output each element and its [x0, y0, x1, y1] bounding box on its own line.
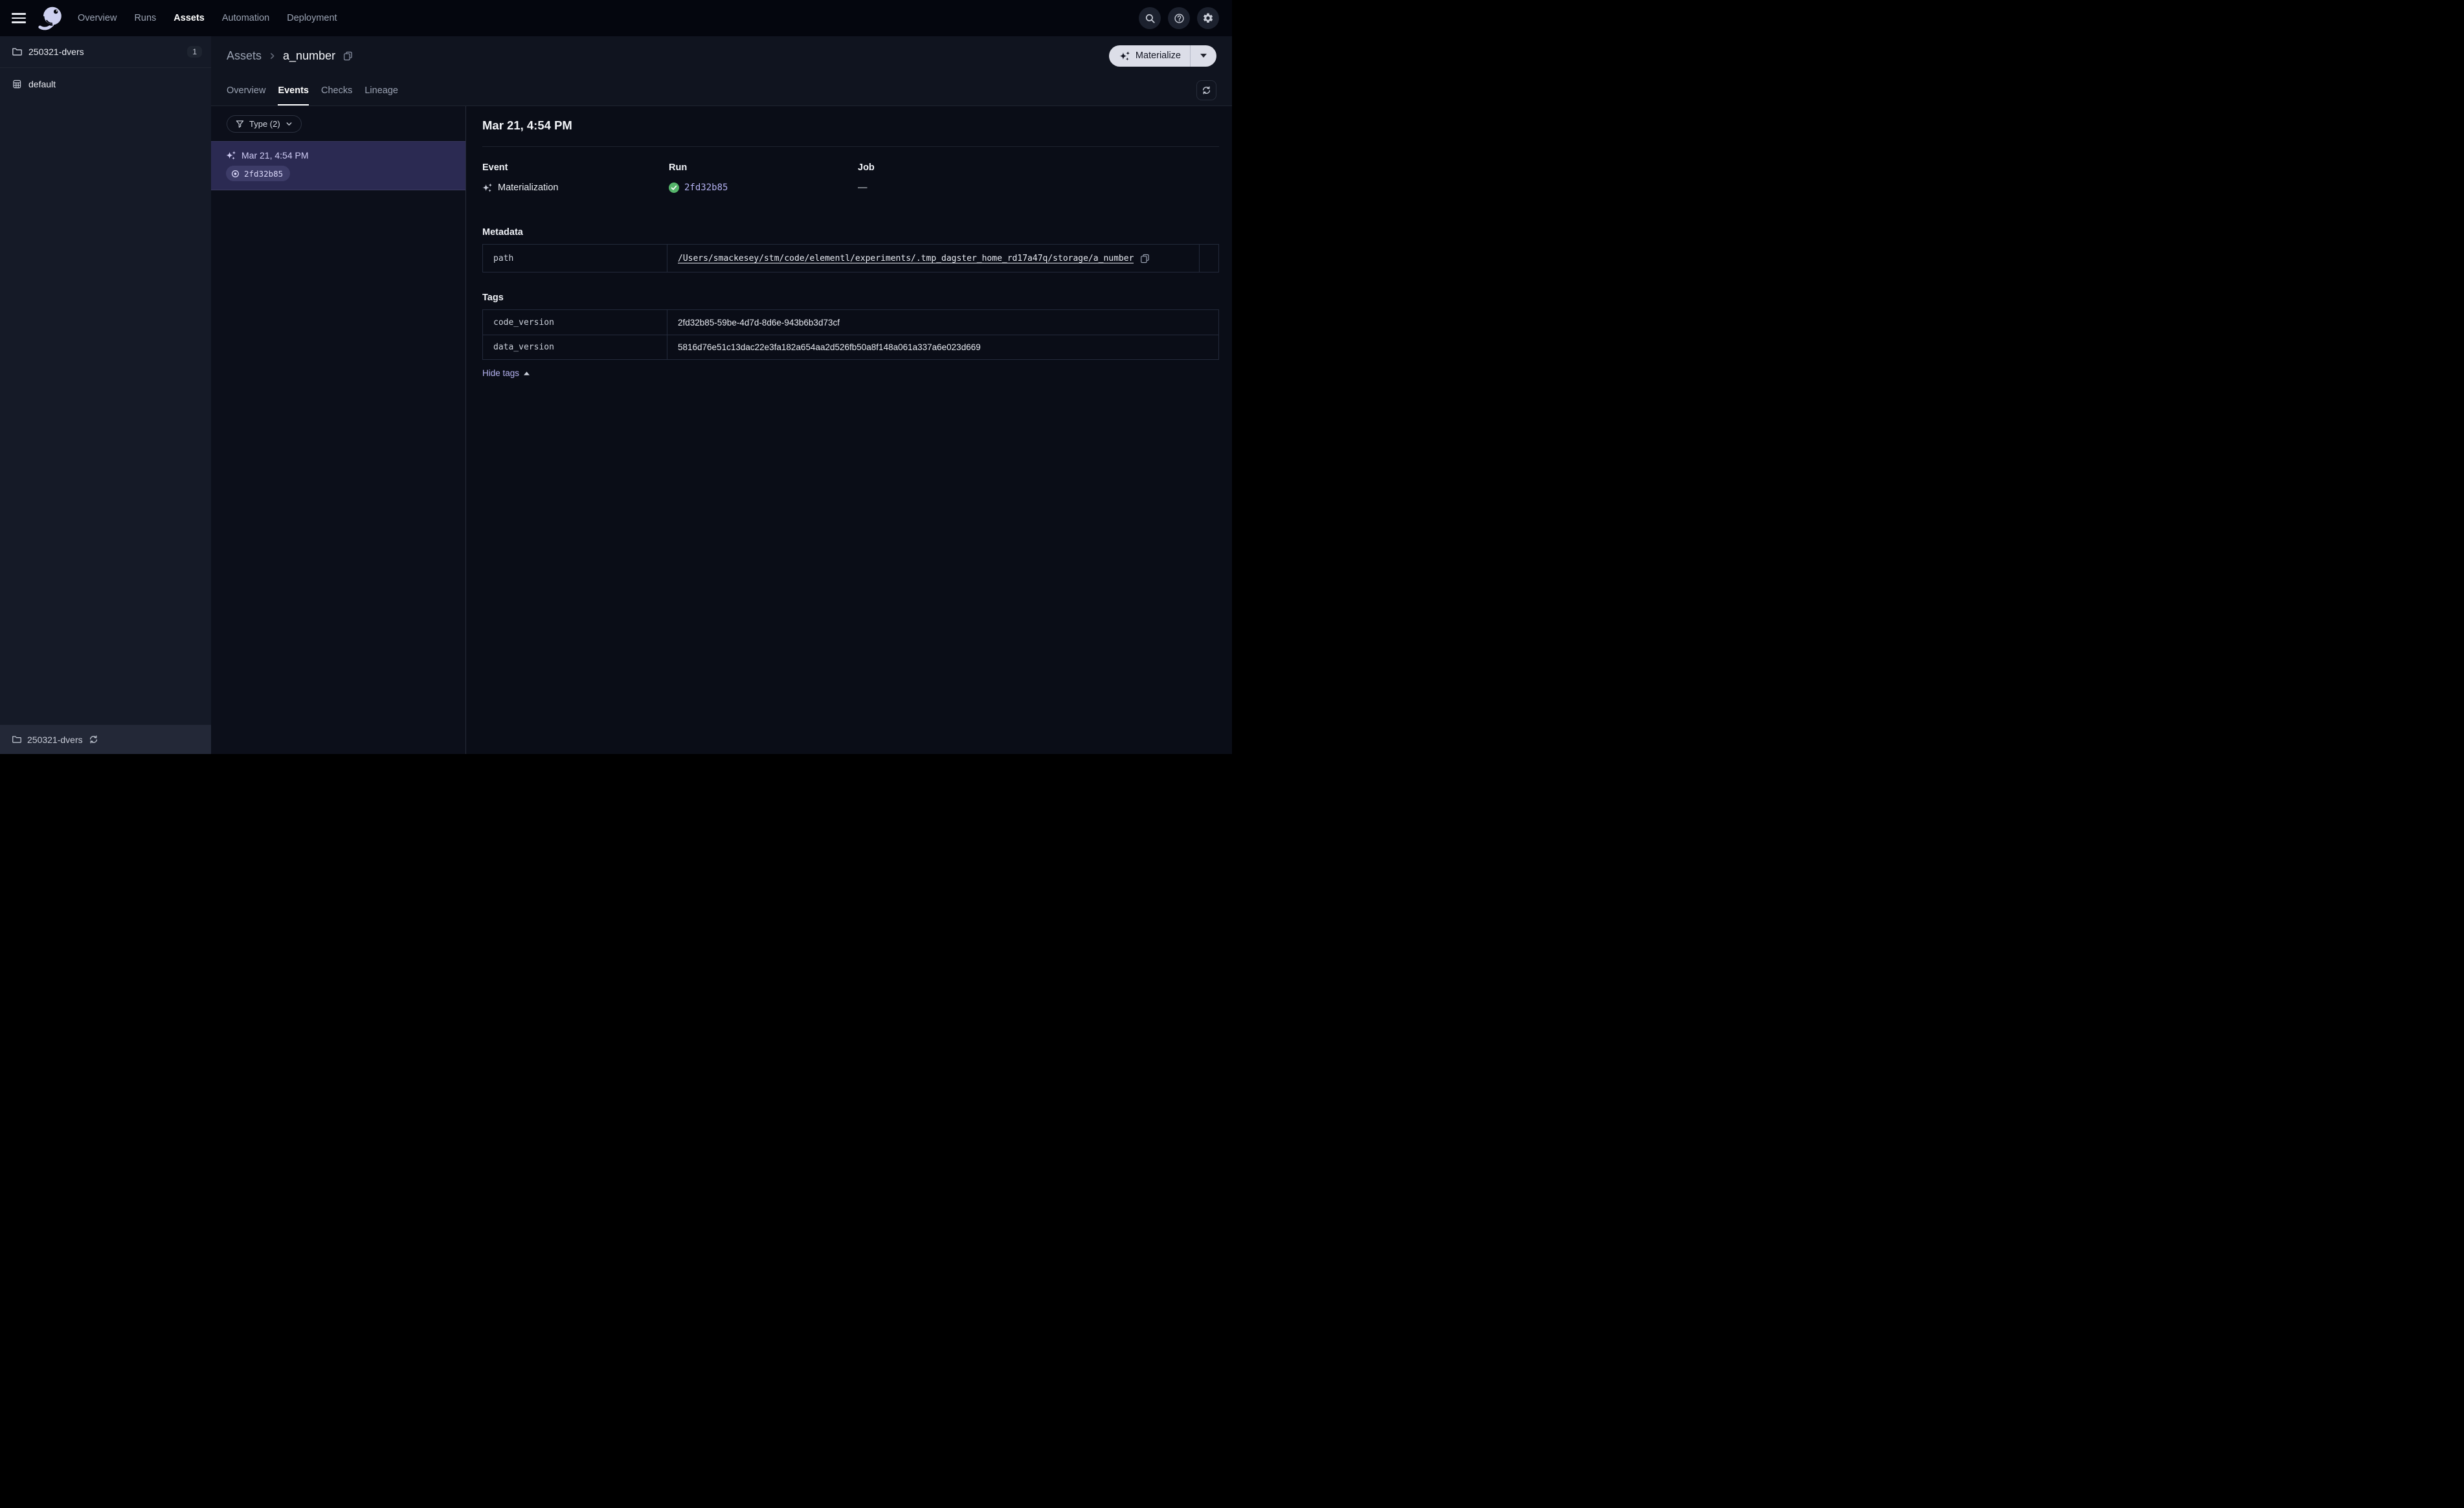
gear-icon — [1202, 12, 1214, 24]
metadata-path-link[interactable]: /Users/smackesey/stm/code/elementl/exper… — [678, 254, 1134, 263]
page-header: Assets a_number Materialize — [211, 36, 1232, 75]
reload-code-location-icon[interactable] — [89, 735, 98, 744]
event-type-label: Materialization — [498, 183, 559, 193]
folder-icon — [12, 735, 21, 744]
divider — [482, 146, 1219, 147]
hide-tags-link[interactable]: Hide tags — [482, 368, 530, 378]
metadata-section: Metadata path /Users/smackesey/stm/code/… — [482, 227, 1219, 272]
tags-section: Tags code_version 2fd32b85-59be-4d7d-8d6… — [482, 293, 1219, 379]
tab-lineage[interactable]: Lineage — [364, 75, 398, 105]
nav-actions — [1139, 7, 1219, 29]
event-detail-panel: Mar 21, 4:54 PM Event Run Job Materializ… — [466, 106, 1232, 754]
job-value: — — [858, 183, 868, 193]
materialize-split-button[interactable]: Materialize — [1108, 45, 1216, 67]
filter-funnel-icon — [236, 120, 244, 128]
chevron-down-icon — [286, 120, 293, 128]
nav-item-overview[interactable]: Overview — [78, 13, 117, 23]
event-meta-grid: Event Run Job Materialization 2fd32b85 — — [482, 162, 1219, 193]
materialize-dropdown-toggle[interactable] — [1191, 45, 1216, 67]
tag-key: data_version — [483, 335, 667, 359]
folder-icon — [12, 47, 22, 57]
run-status-icon — [231, 170, 240, 178]
sidebar-group-count-badge: 1 — [187, 46, 202, 58]
sync-icon — [1202, 85, 1211, 95]
run-id-chip-label: 2fd32b85 — [244, 168, 284, 179]
asset-group-icon — [12, 79, 22, 89]
metadata-key: path — [483, 245, 667, 272]
top-nav: Overview Runs Assets Automation Deployme… — [0, 0, 1232, 36]
copy-asset-name-icon[interactable] — [343, 51, 353, 61]
materialization-sparkles-icon — [226, 150, 236, 161]
dagster-logo-icon[interactable] — [36, 3, 66, 33]
tab-checks[interactable]: Checks — [321, 75, 352, 105]
sidebar-group-row[interactable]: 250321-dvers 1 — [0, 36, 211, 68]
tags-table: code_version 2fd32b85-59be-4d7d-8d6e-943… — [482, 309, 1219, 360]
tab-overview[interactable]: Overview — [227, 75, 265, 105]
event-list-item-selected[interactable]: Mar 21, 4:54 PM 2fd32b85 — [211, 141, 465, 190]
hide-tags-label: Hide tags — [482, 368, 520, 378]
sidebar-footer-label: 250321-dvers — [27, 734, 83, 745]
sidebar-item-label: default — [28, 78, 56, 89]
materialization-sparkles-icon — [482, 183, 493, 193]
tag-value: 5816d76e51c13dac22e3fa182a654aa2d526fb50… — [678, 342, 981, 352]
run-id-link[interactable]: 2fd32b85 — [684, 183, 728, 193]
chevron-right-icon — [268, 52, 276, 60]
hamburger-menu-icon[interactable] — [12, 13, 26, 23]
nav-item-automation[interactable]: Automation — [222, 13, 269, 23]
help-icon — [1174, 13, 1185, 24]
event-type-filter-button[interactable]: Type (2) — [227, 115, 302, 133]
caret-down-icon — [1200, 54, 1207, 58]
sidebar-footer: 250321-dvers — [0, 725, 211, 754]
search-icon — [1145, 13, 1156, 24]
search-button[interactable] — [1139, 7, 1161, 29]
dagster-app: Overview Runs Assets Automation Deployme… — [0, 0, 1232, 754]
tab-events[interactable]: Events — [278, 75, 309, 105]
table-row: data_version 5816d76e51c13dac22e3fa182a6… — [483, 335, 1218, 359]
breadcrumb-assets-link[interactable]: Assets — [227, 49, 262, 63]
run-success-check-icon — [669, 183, 679, 193]
event-list-panel: Type (2) Mar 21, 4:54 PM 2fd32b85 — [211, 106, 466, 754]
metadata-table: path /Users/smackesey/stm/code/elementl/… — [482, 244, 1219, 272]
nav-item-assets[interactable]: Assets — [174, 13, 205, 23]
run-column-header: Run — [669, 162, 688, 173]
run-cell: 2fd32b85 — [669, 183, 858, 193]
refresh-events-button[interactable] — [1196, 80, 1216, 100]
event-type-filter-label: Type (2) — [249, 119, 280, 129]
job-cell: — — [858, 183, 1219, 193]
event-type-cell: Materialization — [482, 183, 669, 193]
tag-key: code_version — [483, 310, 667, 335]
event-detail-title: Mar 21, 4:54 PM — [482, 118, 572, 132]
breadcrumb: Assets a_number — [227, 49, 353, 63]
materialize-button[interactable]: Materialize — [1109, 45, 1190, 67]
sidebar-item-default[interactable]: default — [0, 68, 211, 100]
materialize-button-label: Materialize — [1135, 50, 1181, 61]
event-column-header: Event — [482, 162, 508, 173]
sparkles-icon — [1119, 50, 1130, 61]
help-button[interactable] — [1168, 7, 1190, 29]
asset-catalog-sidebar: 250321-dvers 1 default 250321-dvers — [0, 36, 211, 754]
tags-heading: Tags — [482, 293, 504, 303]
event-timestamp: Mar 21, 4:54 PM — [241, 150, 309, 161]
table-action-cell — [1199, 245, 1218, 272]
asset-detail-page: Assets a_number Materialize Overview Eve… — [211, 36, 1232, 754]
tag-value: 2fd32b85-59be-4d7d-8d6e-943b6b3d73cf — [678, 317, 840, 327]
sidebar-group-label: 250321-dvers — [28, 47, 84, 57]
settings-button[interactable] — [1197, 7, 1219, 29]
asset-tabs: Overview Events Checks Lineage — [211, 75, 1232, 106]
nav-item-runs[interactable]: Runs — [134, 13, 156, 23]
run-id-chip[interactable]: 2fd32b85 — [226, 166, 291, 181]
job-column-header: Job — [858, 162, 875, 173]
primary-nav: Overview Runs Assets Automation Deployme… — [78, 13, 337, 23]
copy-path-icon[interactable] — [1140, 254, 1150, 263]
caret-up-icon — [524, 371, 530, 375]
nav-item-deployment[interactable]: Deployment — [287, 13, 337, 23]
asset-name-title: a_number — [283, 49, 336, 62]
table-row: path /Users/smackesey/stm/code/elementl/… — [483, 245, 1218, 272]
metadata-heading: Metadata — [482, 227, 523, 238]
table-row: code_version 2fd32b85-59be-4d7d-8d6e-943… — [483, 310, 1218, 335]
